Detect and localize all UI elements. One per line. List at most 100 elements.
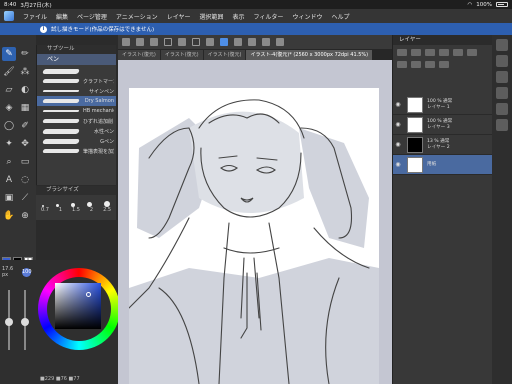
palette-navigator-icon[interactable] (496, 71, 508, 83)
ruler-tool-icon[interactable]: ⟋ (18, 191, 32, 205)
brush-item[interactable]: サインペン (37, 86, 116, 96)
reference-icon[interactable] (439, 49, 449, 56)
balloon-tool-icon[interactable]: ◌ (18, 173, 32, 187)
brush-size-header: ブラシサイズ (36, 186, 116, 195)
eye-icon[interactable]: ◉ (393, 161, 403, 168)
zoom-tool-icon[interactable]: ⊕ (18, 209, 32, 223)
layer-row-selected[interactable]: ◉ 用紙 (393, 155, 493, 175)
selection-pen-icon[interactable]: ✐ (18, 119, 32, 133)
fill-icon[interactable] (164, 38, 172, 46)
size-preset-label: 0.7 (40, 207, 49, 213)
frame-tool-icon[interactable]: ▣ (2, 191, 16, 205)
brush-item[interactable]: 水性ペン (37, 126, 116, 136)
size-slider-knob[interactable] (5, 318, 13, 326)
color-picker-knob[interactable] (85, 292, 91, 298)
invert-selection-icon[interactable] (206, 38, 214, 46)
fill-tool-icon[interactable]: ◈ (2, 101, 16, 115)
brush-item[interactable]: クラフトマーカー (37, 76, 116, 86)
color-panel: 17.6 px 100 ■229 ■76 ■77 (0, 260, 120, 384)
menu-filter[interactable]: フィルター (254, 12, 284, 21)
eye-icon[interactable]: ◉ (393, 101, 403, 108)
document-tab[interactable]: イラスト(復元) (160, 50, 203, 60)
opacity-badge[interactable]: 100 (22, 268, 32, 277)
snap-icon[interactable] (234, 38, 242, 46)
eye-icon[interactable]: ◉ (393, 141, 403, 148)
hand-tool-icon[interactable]: ✋ (2, 209, 16, 223)
trial-mode-banner[interactable]: i 試し描きモード(作品の保存はできません) (0, 23, 512, 35)
app-icon[interactable] (4, 11, 14, 21)
menu-page[interactable]: ページ管理 (77, 12, 107, 21)
canvas-area[interactable] (118, 60, 392, 384)
menu-file[interactable]: ファイル (23, 12, 47, 21)
eraser-tool-icon[interactable]: ▱ (2, 83, 16, 97)
new-layer-icon[interactable] (467, 49, 477, 56)
canvas-paper[interactable] (129, 88, 379, 384)
undo-icon[interactable] (122, 38, 130, 46)
palette-history-icon[interactable] (496, 103, 508, 115)
menu-animation[interactable]: アニメーション (116, 12, 158, 21)
mask-icon[interactable] (453, 49, 463, 56)
ruler-snap-icon[interactable] (248, 38, 256, 46)
layer-thumbnail (407, 96, 423, 113)
airbrush-tool-icon[interactable]: ⁂ (18, 65, 32, 79)
figure-tool-icon[interactable]: ▭ (18, 155, 32, 169)
deselect-icon[interactable] (192, 38, 200, 46)
eyedropper-icon[interactable]: ⌕ (2, 155, 16, 169)
document-tab[interactable]: イラスト(復元) (118, 50, 160, 60)
layer-row[interactable]: ◉ 100 % 通常 レイヤー 3 (393, 115, 493, 135)
menu-selection[interactable]: 選択範囲 (200, 12, 224, 21)
battery-percent: 100% (476, 1, 492, 8)
document-tab-active[interactable]: イラスト-4(復元)* (2560 x 3000px 72dpi 41.5%) (246, 50, 373, 60)
layer-row[interactable]: ◉ 13 % 通常 レイヤー 2 (393, 135, 493, 155)
brush-item[interactable]: ひずれ追加削りメイク (37, 116, 116, 126)
palette-color-icon[interactable] (496, 119, 508, 131)
delete-layer-icon[interactable] (425, 61, 435, 68)
merge-icon[interactable] (411, 61, 421, 68)
save-icon[interactable] (220, 38, 228, 46)
brush-item-selected[interactable]: Dry Salmon (37, 96, 116, 106)
flat-color-shapes (129, 111, 379, 384)
opacity-slider-knob[interactable] (21, 318, 29, 326)
brush-item[interactable]: Gペン (37, 136, 116, 146)
menu-layer[interactable]: レイヤー (167, 12, 191, 21)
blend-tool-icon[interactable]: ◐ (18, 83, 32, 97)
subtool-group-tab[interactable]: ペン (37, 54, 116, 65)
menu-view[interactable]: 表示 (233, 12, 245, 21)
clear-icon[interactable] (150, 38, 158, 46)
brush-item[interactable] (37, 66, 116, 76)
menu-window[interactable]: ウィンドウ (292, 12, 322, 21)
palette-material-icon[interactable] (496, 87, 508, 99)
menu-help[interactable]: ヘルプ (331, 12, 349, 21)
brush-stroke-preview (42, 90, 80, 92)
settings-icon[interactable] (276, 38, 284, 46)
redo-icon[interactable] (136, 38, 144, 46)
clip-icon[interactable] (425, 49, 435, 56)
transform-icon[interactable] (178, 38, 186, 46)
pencil-tool-icon[interactable]: ✏ (18, 47, 32, 61)
layer-meta: 13 % 通常 レイヤー 2 (427, 139, 450, 151)
eye-icon[interactable]: ◉ (393, 121, 403, 128)
pen-tool-icon[interactable]: ✎ (2, 47, 16, 61)
gradient-tool-icon[interactable]: ▦ (18, 101, 32, 115)
brush-tool-icon[interactable]: 🖌 (2, 65, 16, 79)
move-layer-icon[interactable]: ✥ (18, 137, 32, 151)
brush-item[interactable]: 筆描表現を加算す (37, 146, 116, 156)
palette-layer-icon[interactable] (496, 39, 508, 51)
text-tool-icon[interactable]: A (2, 173, 16, 187)
grid-icon[interactable] (262, 38, 270, 46)
palette-properties-icon[interactable] (496, 55, 508, 67)
auto-select-icon[interactable]: ✦ (2, 137, 16, 151)
menu-edit[interactable]: 編集 (56, 12, 68, 21)
lock-icon[interactable] (411, 49, 421, 56)
document-tab[interactable]: イラスト(復元) (203, 50, 246, 60)
new-folder-icon[interactable] (397, 61, 407, 68)
layer-row[interactable]: ◉ 100 % 通常 レイヤー 1 (393, 95, 493, 115)
saturation-value-square[interactable] (55, 283, 101, 329)
blend-mode-icon[interactable] (397, 49, 407, 56)
status-right: ◠ 100% (467, 2, 508, 8)
layer-menu-icon[interactable] (439, 61, 449, 68)
brush-item[interactable]: HB mechanical pencil (37, 106, 116, 116)
layer-name: 用紙 (427, 161, 437, 167)
lasso-tool-icon[interactable]: ◯ (2, 119, 16, 133)
brush-stroke-preview (42, 119, 80, 123)
